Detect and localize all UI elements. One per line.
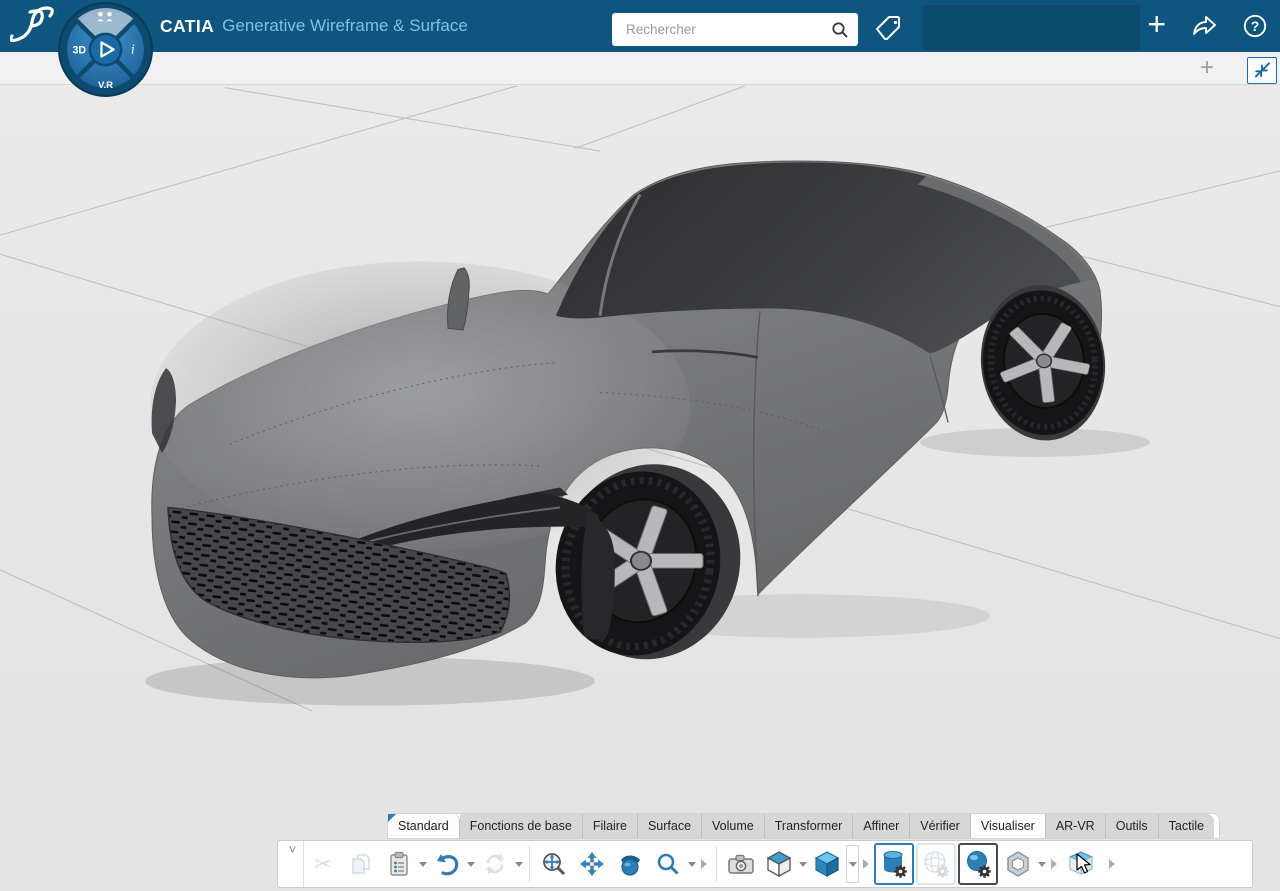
header-empty-panel: [923, 5, 1140, 50]
paste-dropdown-caret-icon[interactable]: [418, 843, 428, 885]
tab-transformer[interactable]: Transformer: [765, 814, 854, 838]
compass-3d-label: 3D: [72, 45, 86, 57]
rotate-button[interactable]: [612, 843, 648, 885]
search-box[interactable]: [612, 13, 858, 46]
panel-strip: +: [0, 52, 1280, 85]
toolbar-separator: [529, 846, 530, 882]
undo-arrow-icon: [434, 852, 460, 876]
camera-icon: [727, 852, 755, 876]
more-render-commands-icon[interactable]: [1047, 843, 1061, 885]
pointer-mode-button[interactable]: [1062, 843, 1104, 885]
paste-button[interactable]: [381, 843, 417, 885]
iso-view-button[interactable]: [761, 843, 797, 885]
tab-verifier[interactable]: Vérifier: [910, 814, 971, 838]
standard-toolbar: ˅ ✂: [277, 840, 1253, 888]
search-icon[interactable]: [830, 20, 850, 40]
toolbar-collapse-chevron-icon[interactable]: ˅: [282, 841, 304, 887]
scissors-icon: ✂: [314, 852, 332, 877]
more-commands-icon[interactable]: [1105, 843, 1119, 885]
update-dropdown-caret-icon[interactable]: [514, 843, 524, 885]
magnifier-icon: [656, 852, 680, 876]
shading-wireframe-button[interactable]: [916, 843, 956, 885]
four-way-arrows-icon: [579, 851, 605, 877]
cube-cursor-icon: [1068, 849, 1098, 879]
sphere-gear-icon: [964, 849, 992, 879]
toolbar-separator: [716, 846, 717, 882]
cut-button[interactable]: ✂: [305, 843, 341, 885]
header-actions: + ?: [1147, 0, 1268, 52]
undo-dropdown-caret-icon[interactable]: [466, 843, 476, 885]
tab-affiner[interactable]: Affiner: [853, 814, 910, 838]
tab-tactile[interactable]: Tactile: [1159, 814, 1214, 838]
update-button[interactable]: [477, 843, 513, 885]
tab-ar-vr[interactable]: AR-VR: [1046, 814, 1106, 838]
shading-mode-dropdown-caret-icon[interactable]: [846, 845, 859, 883]
copy-button[interactable]: [343, 843, 379, 885]
wireframe-cube-icon: [765, 850, 793, 878]
wire-sphere-gear-icon: [922, 849, 950, 879]
copy-icon: [349, 852, 373, 876]
tab-visualiser[interactable]: Visualiser: [971, 814, 1046, 838]
action-bar-tabs: Standard Fonctions de base Filaire Surfa…: [388, 814, 1219, 838]
collapse-panels-icon[interactable]: [1247, 57, 1277, 84]
pan-button[interactable]: [574, 843, 610, 885]
compass-i-label: i: [131, 42, 135, 57]
clipboard-icon: [387, 851, 411, 877]
magnifier-fit-icon: [541, 851, 567, 877]
hex-gear-icon: [1004, 850, 1032, 878]
active-tab-marker: [388, 814, 396, 822]
shading-with-material-button[interactable]: [874, 843, 914, 885]
custom-render-dropdown-caret-icon[interactable]: [1037, 843, 1047, 885]
app-title: CATIA Generative Wireframe & Surface: [160, 0, 468, 52]
hand-on-sphere-icon: [617, 851, 643, 877]
top-bar: CATIA Generative Wireframe & Surface +: [0, 0, 1280, 52]
add-content-button[interactable]: +: [1147, 8, 1166, 40]
gear-icon: [894, 865, 907, 878]
car-model[interactable]: [145, 161, 1150, 706]
zoom-dropdown-caret-icon[interactable]: [687, 843, 697, 885]
fit-all-in-button[interactable]: [536, 843, 572, 885]
more-style-commands-icon[interactable]: [859, 843, 873, 885]
capture-button[interactable]: [723, 843, 759, 885]
undo-button[interactable]: [429, 843, 465, 885]
gear-icon: [978, 865, 991, 878]
compass-vr-label: V.R: [98, 80, 113, 91]
cylinder-gear-icon: [880, 849, 908, 879]
tab-filaire[interactable]: Filaire: [583, 814, 638, 838]
app-name: CATIA: [160, 16, 214, 37]
shaded-cube-icon: [813, 850, 841, 878]
share-icon[interactable]: [1190, 13, 1218, 39]
3dexperience-compass[interactable]: 3D i V.R: [57, 1, 154, 98]
sync-arrows-icon: [483, 852, 507, 876]
zoom-button[interactable]: [650, 843, 686, 885]
search-input[interactable]: [624, 21, 830, 38]
add-panel-button[interactable]: +: [1200, 54, 1214, 82]
iso-view-dropdown-caret-icon[interactable]: [798, 843, 808, 885]
help-icon[interactable]: ?: [1242, 13, 1268, 39]
tab-surface[interactable]: Surface: [638, 814, 702, 838]
tab-fonctions-de-base[interactable]: Fonctions de base: [460, 814, 583, 838]
shading-mode-button[interactable]: [809, 843, 845, 885]
gear-icon: [936, 865, 949, 878]
catia-application-window: CATIA Generative Wireframe & Surface +: [0, 0, 1280, 891]
tab-standard[interactable]: Standard: [388, 814, 460, 838]
3d-viewport[interactable]: [0, 85, 1280, 891]
svg-text:?: ?: [1251, 18, 1260, 34]
more-view-commands-icon[interactable]: [697, 843, 711, 885]
dassault-3ds-logo-icon[interactable]: [10, 4, 62, 48]
tab-outils[interactable]: Outils: [1106, 814, 1159, 838]
tag-icon[interactable]: [866, 14, 902, 40]
rendering-style-button[interactable]: [958, 843, 998, 885]
tab-volume[interactable]: Volume: [702, 814, 765, 838]
custom-render-style-button[interactable]: [1000, 843, 1036, 885]
app-subtitle: Generative Wireframe & Surface: [222, 16, 468, 36]
